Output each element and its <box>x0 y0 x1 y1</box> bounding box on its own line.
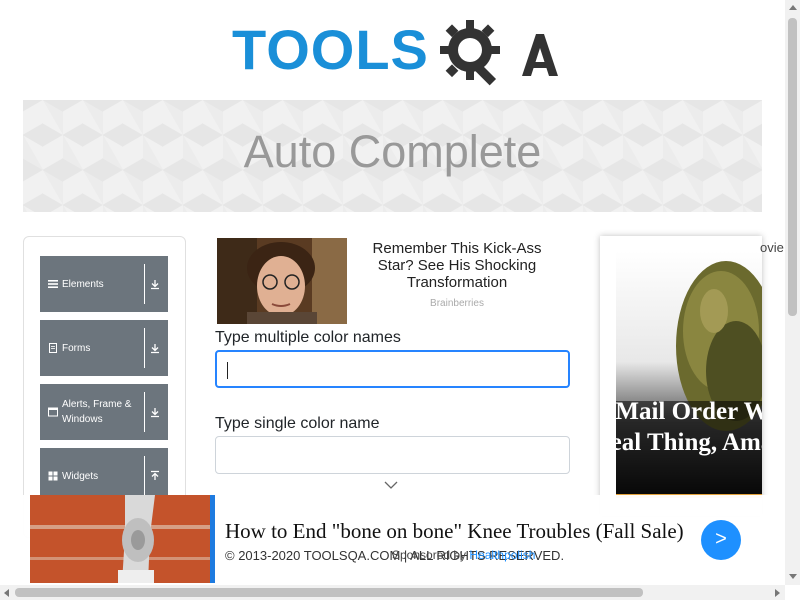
bottom-ad-banner[interactable]: How to End "bone on bone" Knee Troubles … <box>0 495 785 585</box>
divider <box>144 328 145 368</box>
single-color-label: Type single color name <box>215 415 380 432</box>
scroll-up-arrow-icon[interactable] <box>789 5 797 10</box>
right-ad-corner-text: ovie <box>760 240 784 255</box>
sidebar-group-label: Widgets <box>62 470 99 482</box>
right-ad-image <box>616 251 762 497</box>
multiple-color-input[interactable] <box>215 350 570 388</box>
ad-person-photo <box>217 238 347 324</box>
sponsored-prefix: Sponsored by <box>392 548 470 562</box>
divider <box>144 264 145 304</box>
logo-text: TOOLS <box>232 18 429 81</box>
logo-qa-gear-icon <box>440 20 558 86</box>
grid-icon <box>48 471 58 481</box>
page-title: Auto Complete <box>243 126 542 177</box>
ad-plant-photo <box>616 251 762 497</box>
divider <box>144 456 145 496</box>
sponsor-link[interactable]: Healthpolish <box>469 548 535 562</box>
bottom-ad-headline[interactable]: How to End "bone on bone" Knee Troubles … <box>225 519 684 544</box>
sidebar-group-label: Alerts, Frame & Windows <box>62 399 132 425</box>
sidebar-group-label: Forms <box>62 342 91 354</box>
vertical-scroll-thumb[interactable] <box>788 18 797 316</box>
download-icon[interactable] <box>149 276 161 292</box>
document-icon <box>49 343 57 353</box>
single-color-input[interactable] <box>215 436 570 474</box>
menu-icon <box>48 280 58 288</box>
download-icon[interactable] <box>149 340 161 356</box>
sidebar-group-forms[interactable]: Forms <box>40 320 168 376</box>
right-ad-panel[interactable]: Mail Order W Real Thing, Amazi <box>600 236 762 516</box>
upload-icon[interactable] <box>149 468 161 484</box>
scroll-right-arrow-icon[interactable] <box>775 589 780 597</box>
sponsored-text: Sponsored by Healthpolish <box>392 548 535 562</box>
sidebar-group-elements[interactable]: Elements <box>40 256 168 312</box>
multiple-color-label: Type multiple color names <box>215 329 401 346</box>
ad-headline[interactable]: Remember This Kick-Ass Star? See His Sho… <box>357 240 557 291</box>
scroll-left-arrow-icon[interactable] <box>4 589 9 597</box>
page-banner: Auto Complete <box>23 100 762 212</box>
sidebar: Elements Forms Alerts, Frame & Windows W… <box>23 236 186 538</box>
ad-accent-bar <box>210 495 215 583</box>
horizontal-scrollbar[interactable] <box>0 585 785 600</box>
ad-thumbnail-image[interactable] <box>217 238 347 324</box>
text-caret <box>227 362 228 379</box>
window-icon <box>48 407 58 417</box>
knee-brace-photo <box>30 495 210 583</box>
ad-next-button[interactable]: > <box>701 520 741 560</box>
ad-source[interactable]: Brainberries <box>357 298 557 309</box>
right-ad-headline: Mail Order W Real Thing, Amazi <box>600 398 762 456</box>
scroll-down-arrow-icon[interactable] <box>789 574 797 579</box>
chevron-down-icon[interactable] <box>384 480 398 490</box>
sidebar-group-label: Elements <box>62 278 104 290</box>
vertical-scrollbar[interactable] <box>785 0 800 585</box>
bottom-ad-image <box>30 495 210 583</box>
divider <box>144 392 145 432</box>
sidebar-group-alerts[interactable]: Alerts, Frame & Windows <box>40 384 168 440</box>
download-icon[interactable] <box>149 404 161 420</box>
horizontal-scroll-thumb[interactable] <box>15 588 643 597</box>
